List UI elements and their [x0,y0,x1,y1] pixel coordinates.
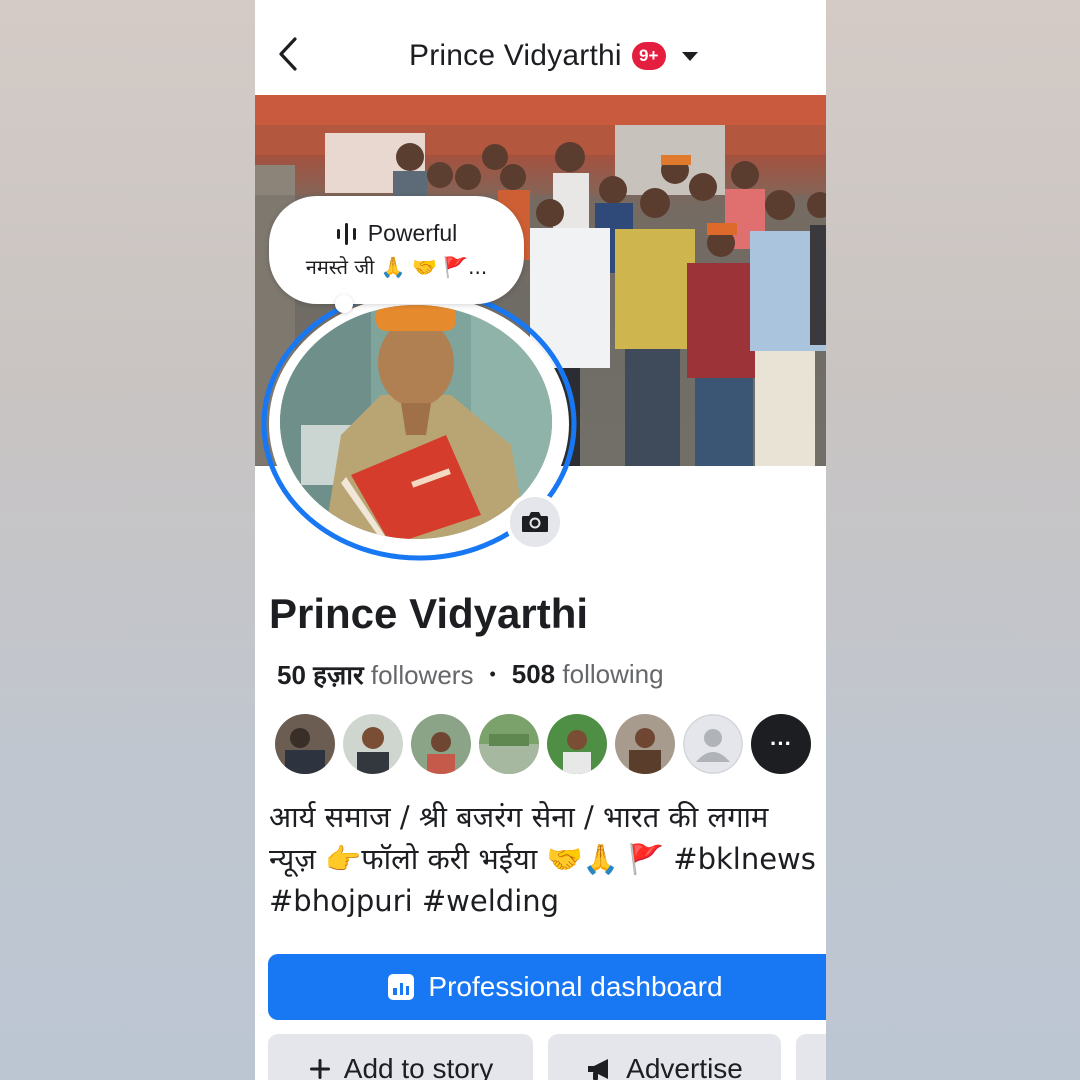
friend-avatar[interactable] [547,714,607,774]
friend-avatar[interactable] [479,714,539,774]
plus-icon [309,1059,330,1079]
friends-avatars-row: ··· [275,714,811,774]
separator-dot: • [489,663,496,684]
note-title-row: Powerful [336,220,457,247]
profile-stats: 50 हज़ार followers • 508 following [277,656,664,692]
note-bubble-tail [335,295,353,313]
profile-name: Prince Vidyarthi [269,590,589,637]
friend-avatar-image [615,714,675,774]
more-friends-button[interactable]: ··· [751,714,811,774]
following-count: 508 [511,658,556,689]
default-person-icon [683,714,743,774]
advertise-label: Advertise [626,1053,743,1080]
professional-dashboard-button[interactable]: Professional dashboard [268,954,826,1020]
advertise-button[interactable]: Advertise [548,1034,781,1080]
caret-down-icon [681,51,698,61]
camera-icon [522,512,548,532]
add-to-story-label: Add to story [343,1053,494,1080]
friend-avatar[interactable] [275,714,335,774]
friend-avatar-image [343,714,403,774]
page-title: Prince Vidyarthi [409,39,622,72]
bio-line: न्यूज़ 👉फॉलो करी भईया 🤝🙏 🚩 #bklnews [269,842,816,876]
add-to-story-button[interactable]: Add to story [268,1034,533,1080]
bio-line: #bhojpuri #welding [269,884,560,918]
friend-avatar[interactable] [411,714,471,774]
audio-waveform-icon [336,222,356,245]
note-title: Powerful [367,220,458,246]
friend-avatar[interactable] [615,714,675,774]
chart-icon [388,974,415,1000]
page-switcher[interactable]: Prince Vidyarthi 9+ [409,36,698,76]
friend-avatar-image [275,714,335,774]
friend-avatar-image [479,714,539,774]
profile-bio: आर्य समाज / श्री बजरंग सेना / भारत की लग… [269,796,826,922]
note-text: नमस्ते जी 🙏 🤝 🚩... [305,255,488,279]
followers-count: 50 हज़ार [277,660,364,690]
change-profile-photo-button[interactable] [506,493,564,551]
more-actions-button[interactable] [796,1034,826,1080]
followers-link[interactable]: 50 हज़ार followers [277,656,473,692]
back-arrow-icon [279,37,297,71]
professional-dashboard-label: Professional dashboard [428,971,723,1002]
profile-actions: Add to story Advertise [268,1034,826,1080]
following-link[interactable]: 508 following [512,659,664,690]
friend-avatar-image [411,714,471,774]
megaphone-icon [588,1059,609,1080]
friend-avatar-image [547,714,607,774]
notification-badge: 9+ [631,42,666,70]
back-button[interactable] [275,34,305,74]
phone-screen: Prince Vidyarthi 9+ Powerful नमस्ते जी 🙏… [255,0,826,1080]
friend-avatar[interactable] [343,714,403,774]
followers-label: followers [370,660,474,690]
following-label: following [562,658,664,689]
more-dots-icon: ··· [770,731,792,756]
friend-avatar-default[interactable] [683,714,743,774]
profile-note[interactable]: Powerful नमस्ते जी 🙏 🤝 🚩... [269,196,524,304]
bio-line: आर्य समाज / श्री बजरंग सेना / भारत की लग… [269,800,769,834]
top-bar: Prince Vidyarthi 9+ [255,0,826,95]
